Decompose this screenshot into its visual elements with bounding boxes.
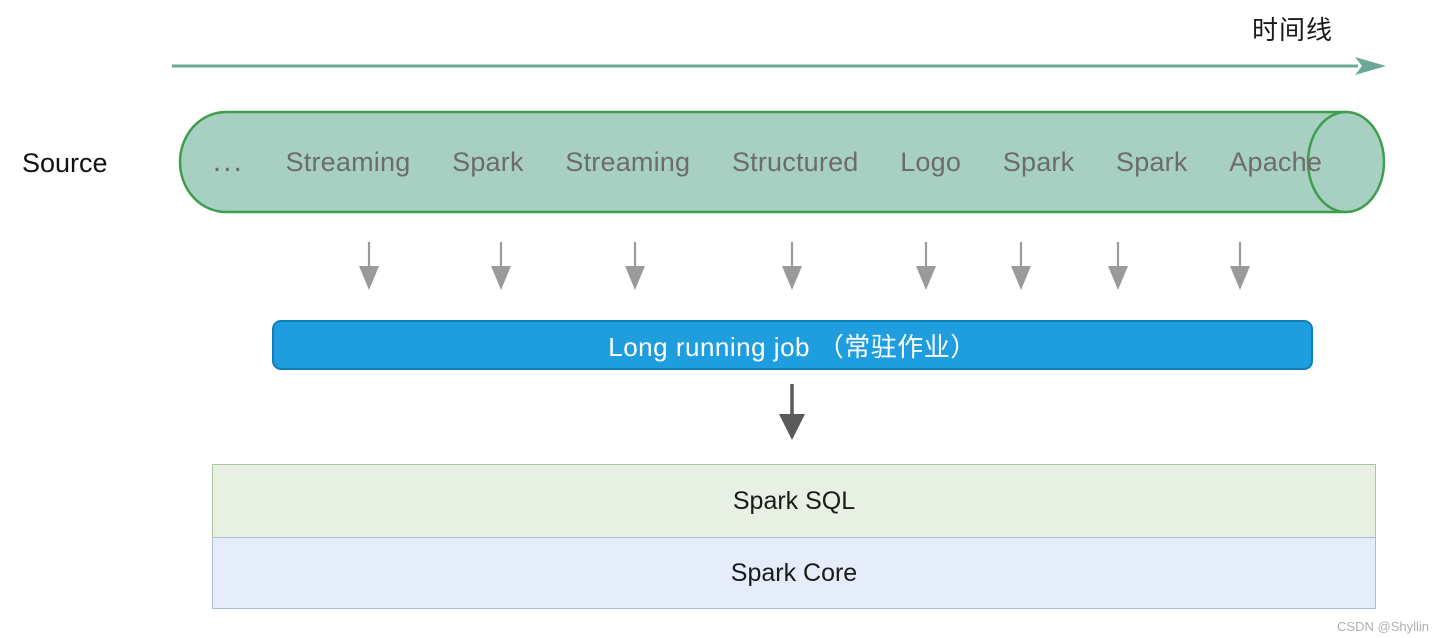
arrow-down-icon [782,266,802,290]
watermark: CSDN @Shyllin [1337,619,1429,634]
long-running-job-bar[interactable]: Long running job （常驻作业） [272,320,1313,370]
source-label: Source [22,148,108,178]
timeline-arrow-icon [172,57,1386,75]
arrow-down-icon [359,266,379,290]
stack-layer-spark-core[interactable]: Spark Core [212,537,1376,609]
timeline-label: 时间线 [1252,15,1334,45]
long-running-job-label: Long running job （常驻作业） [608,331,977,362]
diagram-canvas: 时间线 Source ... Streaming Spark Streaming… [0,0,1437,638]
mid-arrow-down-icon [779,384,805,440]
stack-layer-spark-sql-label: Spark SQL [732,486,856,515]
arrow-down-icon [359,242,1250,290]
arrow-down-icon [916,266,936,290]
feed-arrows-group [359,242,1250,290]
stack-layer-spark-sql[interactable]: Spark SQL [212,464,1376,538]
arrow-down-icon [1108,266,1128,290]
arrow-down-icon [1230,266,1250,290]
arrow-down-icon [625,266,645,290]
source-cylinder: ... Streaming Spark Streaming Structured… [178,110,1388,214]
cylinder-shape-icon [178,110,1386,214]
arrow-down-icon [1011,266,1031,290]
arrow-down-icon [491,266,511,290]
stack-layer-spark-core-label: Spark Core [730,558,858,587]
